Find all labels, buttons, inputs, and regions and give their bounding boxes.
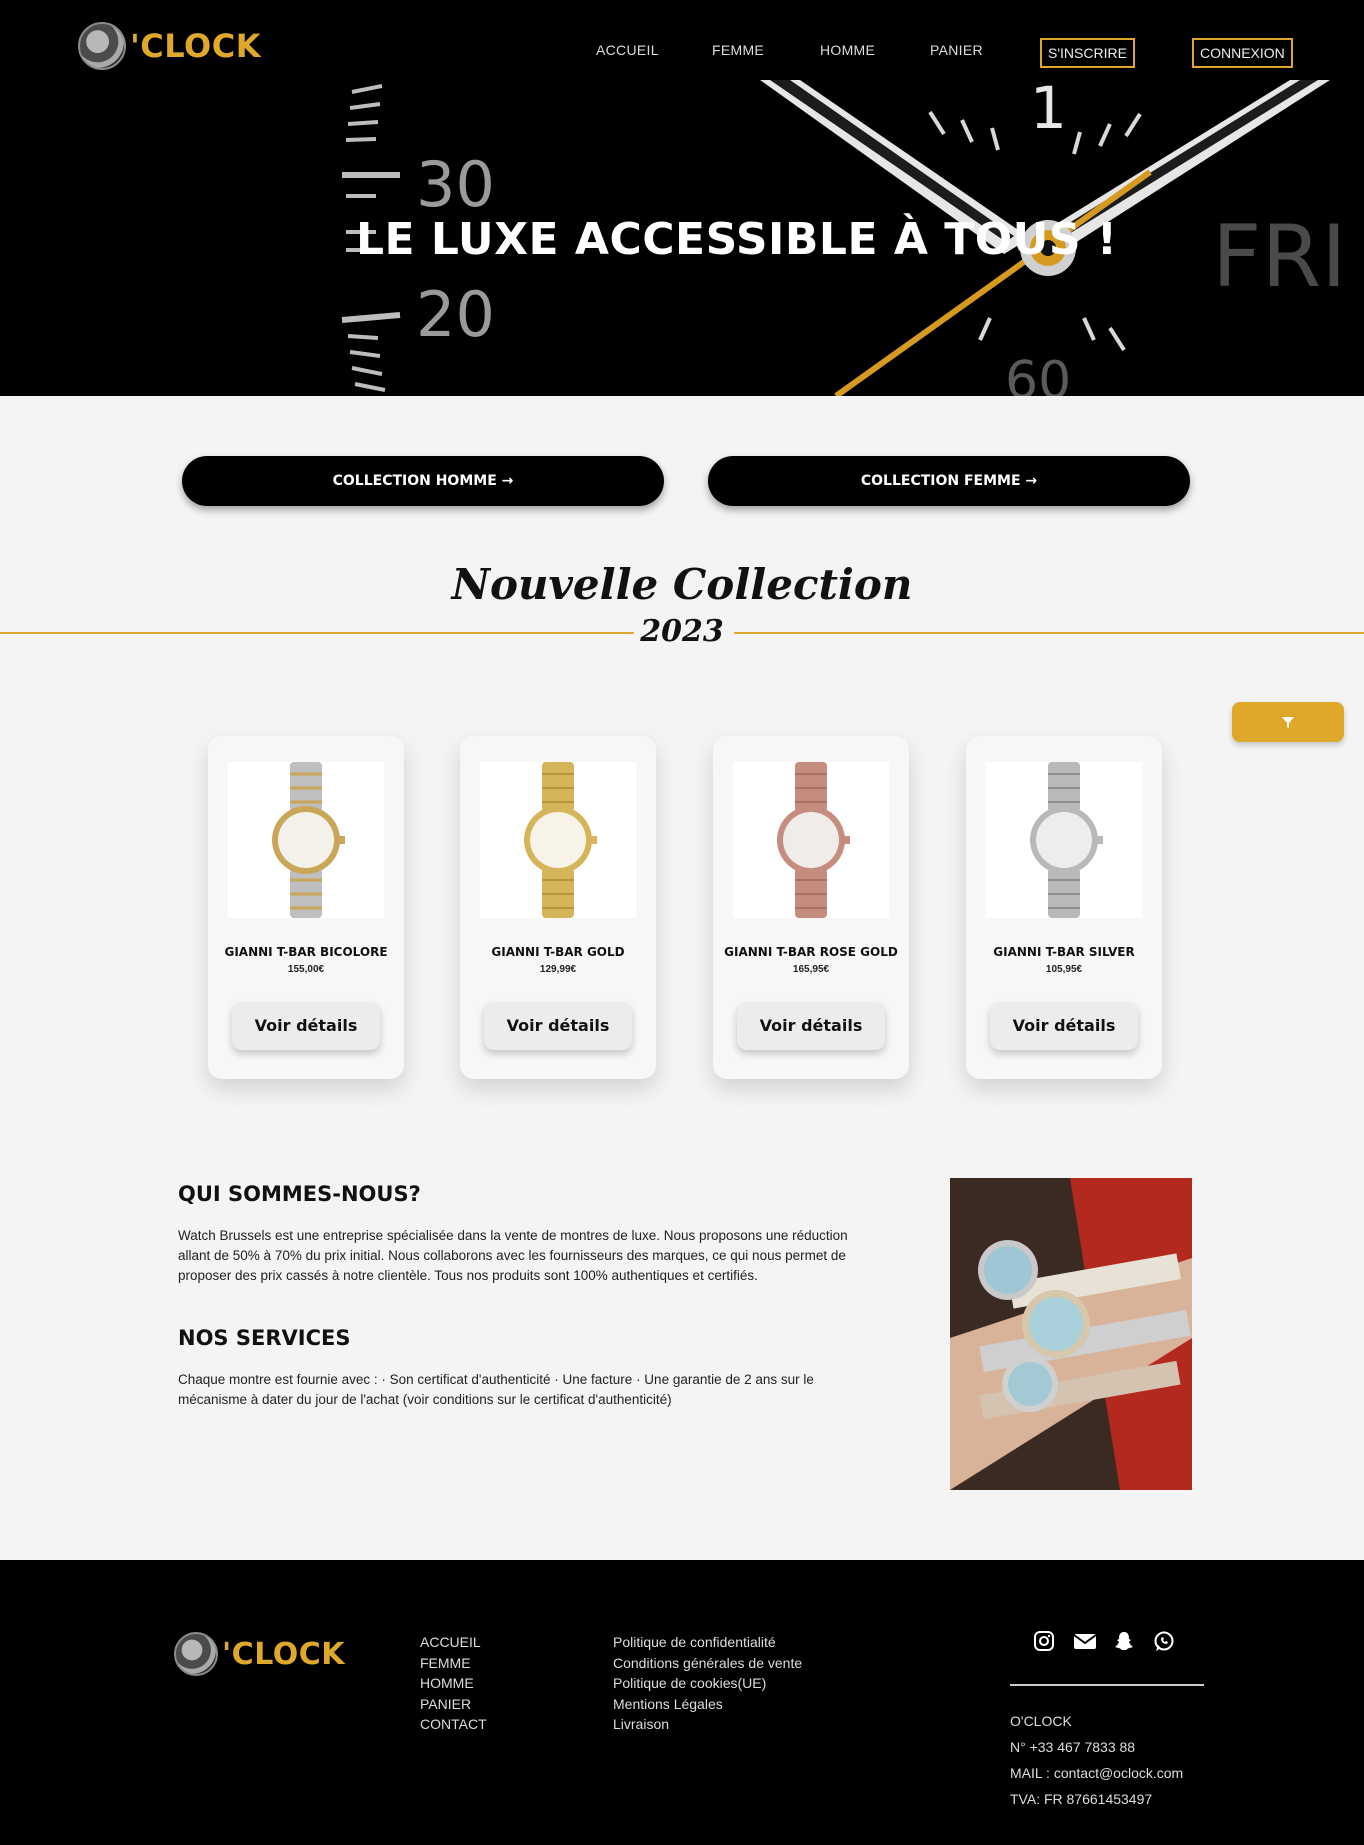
footer-legal: Politique de confidentialité Conditions … [613,1632,802,1735]
product-name: GIANNI T-BAR SILVER [993,945,1135,959]
social-links [1033,1630,1175,1652]
hero-banner: 30 20 1 60 FRI 'CLOCK ACCUEIL FEMME HOMM… [0,0,1364,396]
footer-link-terms[interactable]: Conditions générales de vente [613,1653,802,1674]
dial-number-60: 60 [1005,351,1071,396]
watch-image [272,762,345,918]
footer-divider [1010,1684,1204,1686]
hero-title: LE LUXE ACCESSIBLE À TOUS ! [356,214,1118,265]
product-name: GIANNI T-BAR BICOLORE [224,945,388,959]
dial-day: FRI [1212,207,1347,307]
details-button[interactable]: Voir détails [737,1002,885,1050]
footer-nav: ACCUEIL FEMME HOMME PANIER CONTACT [420,1632,487,1735]
logo-text: 'CLOCK [222,1636,346,1672]
product-card: GIANNI T-BAR BICOLORE 155,00€ Voir détai… [208,736,404,1079]
section-year: 2023 [640,614,724,649]
dial-number-1: 1 [1030,74,1067,142]
watch-image [524,762,597,918]
product-price: 129,99€ [539,964,577,975]
product-card: GIANNI T-BAR ROSE GOLD 165,95€ Voir déta… [713,736,909,1079]
product-price: 165,95€ [792,964,830,975]
product-card: GIANNI T-BAR SILVER 105,95€ Voir détails [966,736,1162,1079]
instagram-icon[interactable] [1033,1630,1055,1652]
product-image[interactable] [733,762,889,918]
product-image[interactable] [228,762,384,918]
details-button[interactable]: Voir détails [232,1002,380,1050]
footer-link-panier[interactable]: PANIER [420,1694,487,1715]
login-button[interactable]: CONNEXION [1192,38,1293,68]
product-price: 155,00€ [287,964,325,975]
filter-button[interactable] [1232,702,1344,742]
product-card: GIANNI T-BAR GOLD 129,99€ Voir détails [460,736,656,1079]
footer-link-privacy[interactable]: Politique de confidentialité [613,1632,802,1653]
about-photo [950,1178,1192,1490]
about-heading: QUI SOMMES-NOUS? [178,1182,421,1206]
nav-femme[interactable]: FEMME [712,42,764,58]
section-title: Nouvelle Collection [451,560,913,609]
wrist-watches-image [950,1178,1192,1490]
footer: 'CLOCK ACCUEIL FEMME HOMME PANIER CONTAC… [0,1560,1364,1845]
main-nav: ACCUEIL FEMME HOMME PANIER S'INSCRIRE CO… [0,38,1364,68]
email-address[interactable]: MAIL : contact@oclock.com [1010,1760,1183,1786]
dial-number-20: 20 [416,278,495,351]
snapchat-icon[interactable] [1113,1630,1135,1652]
phone-number[interactable]: N° +33 467 7833 88 [1010,1734,1183,1760]
footer-link-contact[interactable]: CONTACT [420,1714,487,1735]
nav-homme[interactable]: HOMME [820,42,875,58]
whatsapp-icon[interactable] [1153,1630,1175,1652]
about-text: Watch Brussels est une entreprise spécia… [178,1228,848,1283]
footer-link-cookies[interactable]: Politique de cookies(UE) [613,1673,802,1694]
filter-icon [1282,716,1294,728]
product-price: 105,95€ [1045,964,1083,975]
product-image[interactable] [480,762,636,918]
collection-homme-button[interactable]: COLLECTION HOMME → [182,456,664,506]
collection-femme-button[interactable]: COLLECTION FEMME → [708,456,1190,506]
footer-contact: O'CLOCK N° +33 467 7833 88 MAIL : contac… [1010,1708,1183,1812]
signup-button[interactable]: S'INSCRIRE [1040,38,1135,68]
footer-link-delivery[interactable]: Livraison [613,1714,802,1735]
footer-link-femme[interactable]: FEMME [420,1653,487,1674]
dial-number-30: 30 [416,148,495,221]
footer-link-legal[interactable]: Mentions Légales [613,1694,802,1715]
services-heading: NOS SERVICES [178,1326,351,1350]
nav-accueil[interactable]: ACCUEIL [596,42,659,58]
watch-image [1030,762,1103,918]
details-button[interactable]: Voir détails [990,1002,1138,1050]
vat-number: TVA: FR 87661453497 [1010,1791,1153,1807]
footer-link-accueil[interactable]: ACCUEIL [420,1632,487,1653]
details-button[interactable]: Voir détails [484,1002,632,1050]
product-image[interactable] [986,762,1142,918]
product-name: GIANNI T-BAR ROSE GOLD [724,945,898,959]
footer-link-homme[interactable]: HOMME [420,1673,487,1694]
mail-icon[interactable] [1073,1630,1097,1652]
logo-watch-icon [174,1632,218,1676]
footer-logo[interactable]: 'CLOCK [174,1632,345,1676]
watch-image [777,762,850,918]
nav-panier[interactable]: PANIER [930,42,983,58]
services-text: Chaque montre est fournie avec : · Son c… [178,1372,814,1407]
company-name: O'CLOCK [1010,1713,1072,1729]
product-name: GIANNI T-BAR GOLD [491,945,625,959]
